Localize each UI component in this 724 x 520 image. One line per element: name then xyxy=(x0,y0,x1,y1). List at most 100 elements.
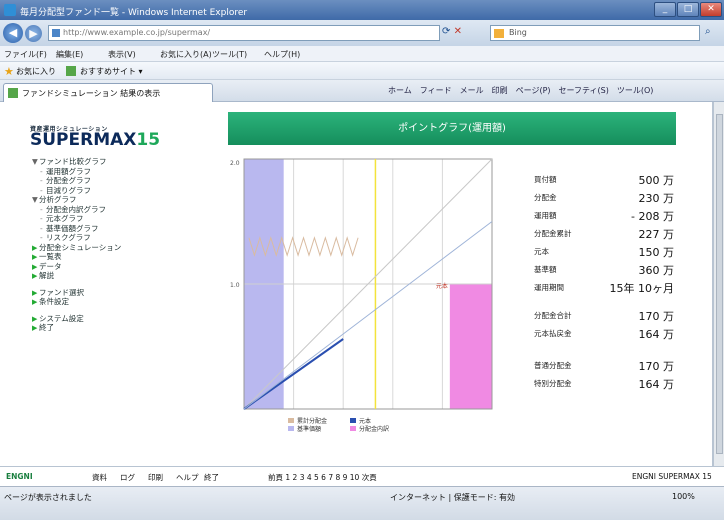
command-1[interactable]: フィード xyxy=(420,86,452,95)
sidebar-menu: ▼ファンド比較グラフ - 運用額グラフ - 分配金グラフ - 目減りグラフ ▼分析グラフ - 分配… xyxy=(30,156,220,332)
ie-logo-icon xyxy=(4,4,16,16)
page-icon xyxy=(52,29,60,37)
favorites-star-icon[interactable]: ★ xyxy=(4,65,14,78)
sidebar-item[interactable]: ▶ システム設定 xyxy=(30,313,220,323)
sidebar-item[interactable]: ▶ 条件設定 xyxy=(30,296,220,306)
menu-item-0[interactable]: ファイル(F) xyxy=(4,49,47,60)
command-6[interactable]: ツール(O) xyxy=(617,86,654,95)
address-input[interactable]: http://www.example.co.jp/supermax/ xyxy=(48,25,440,41)
sidebar-item[interactable]: ▶ ファンド選択 xyxy=(30,287,220,297)
scrollbar-thumb[interactable] xyxy=(716,114,723,454)
sidebar: 資産運用シミュレーション SUPERMAX15 ▼ファンド比較グラフ - 運用額グラ… xyxy=(0,102,228,466)
command-0[interactable]: ホーム xyxy=(388,86,412,95)
stat-label: 分配金 xyxy=(534,193,557,202)
sidebar-item[interactable]: ▶ 分配金シミュレーション xyxy=(30,242,220,252)
stat-row: 基準額 360 万 xyxy=(534,262,684,277)
vertical-scrollbar[interactable] xyxy=(713,102,724,466)
suggested-sites-link[interactable]: おすすめサイト ▾ xyxy=(80,66,143,77)
main-panel: ポイントグラフ(運用額) 1.0 2.0 元本 累計分配金 元本 基準価額 分配金内訳 買付… xyxy=(228,102,713,466)
back-button[interactable]: ◀ xyxy=(3,23,23,43)
sidebar-item[interactable]: ▶ 解説 xyxy=(30,270,220,280)
sidebar-item[interactable]: - 元本グラフ xyxy=(30,213,220,223)
maximize-button[interactable]: □ xyxy=(677,2,699,17)
chart-area: 1.0 2.0 元本 累計分配金 元本 基準価額 分配金内訳 xyxy=(228,147,522,437)
footer-link[interactable]: 印刷 xyxy=(148,472,163,483)
footer-link[interactable]: ログ xyxy=(120,472,135,483)
menu-item-2[interactable]: 表示(V) xyxy=(108,49,136,60)
command-5[interactable]: セーフティ(S) xyxy=(559,86,609,95)
app-footer: ENGNI 資料 ログ 印刷 ヘルプ 終了 前頁 1 2 3 4 5 6 7 8 9 10 … xyxy=(0,466,724,486)
menu-item-1[interactable]: 編集(E) xyxy=(56,49,83,60)
sidebar-item[interactable]: - 基準価額グラフ xyxy=(30,223,220,233)
sidebar-item[interactable]: - 分配金グラフ xyxy=(30,175,220,185)
arrow-right-icon: ▶ xyxy=(32,272,38,280)
address-url: http://www.example.co.jp/supermax/ xyxy=(63,28,211,37)
sidebar-item-label: ファンド比較グラフ xyxy=(39,157,107,166)
sidebar-item[interactable]: ▼分析グラフ xyxy=(30,194,220,204)
y-tick-label: 1.0 xyxy=(230,282,240,289)
sidebar-item[interactable]: ▶ 終了 xyxy=(30,322,220,332)
logo-number: 15 xyxy=(136,130,161,150)
stat-value: 227 万 xyxy=(638,228,675,241)
stat-row: 買付額 500 万 xyxy=(534,172,684,187)
stat-row: 分配金合計 170 万 xyxy=(534,308,684,323)
command-3[interactable]: 印刷 xyxy=(492,86,508,95)
minimize-button[interactable]: _ xyxy=(654,2,676,17)
menu-gap xyxy=(30,306,220,313)
sidebar-item-label: 一覧表 xyxy=(39,252,62,261)
status-text: ページが表示されました xyxy=(4,493,92,502)
pager[interactable]: 前頁 1 2 3 4 5 6 7 8 9 10 次頁 xyxy=(268,472,377,483)
menu-gap xyxy=(30,280,220,287)
stat-label: 分配金合計 xyxy=(534,311,572,320)
stat-value: - 208 万 xyxy=(631,210,674,223)
stat-label: 基準額 xyxy=(534,265,557,274)
command-2[interactable]: メール xyxy=(460,86,484,95)
logo-main: SUPERMAX xyxy=(30,130,137,150)
command-bar: ホーム フィード メール 印刷 ページ(P) セーフティ(S) ツール(O) xyxy=(388,85,661,96)
stop-icon[interactable]: ✕ xyxy=(454,26,462,37)
sidebar-item[interactable]: - 運用額グラフ xyxy=(30,166,220,176)
search-icon[interactable]: ⌕ xyxy=(705,26,711,37)
sidebar-item-label: リスクグラフ xyxy=(46,233,91,242)
close-button[interactable]: ✕ xyxy=(700,2,722,17)
favorites-button[interactable]: お気に入り xyxy=(16,66,56,77)
footer-link[interactable]: 終了 xyxy=(204,472,219,483)
sidebar-item-label: 解説 xyxy=(39,271,54,280)
window-title: 毎月分配型ファンド一覧 - Windows Internet Explorer xyxy=(20,8,248,18)
legend-swatch xyxy=(288,418,294,423)
refresh-icon[interactable]: ⟳ xyxy=(442,26,450,37)
menu-item-3[interactable]: お気に入り(A) xyxy=(160,49,212,60)
stat-row: 元本払戻金 164 万 xyxy=(534,326,684,341)
menu-item-4[interactable]: ツール(T) xyxy=(212,49,247,60)
suggested-sites-icon xyxy=(66,66,76,76)
stat-label: 運用期間 xyxy=(534,283,564,292)
menu-bar: ファイル(F) 編集(E) 表示(V) お気に入り(A) ツール(T) ヘルプ(H) xyxy=(0,46,724,62)
stat-row: 分配金累計 227 万 xyxy=(534,226,684,241)
command-4[interactable]: ページ(P) xyxy=(516,86,551,95)
sidebar-item[interactable]: ▼ファンド比較グラフ xyxy=(30,156,220,166)
stat-row: 分配金 230 万 xyxy=(534,190,684,205)
sidebar-item-label: 元本グラフ xyxy=(46,214,84,223)
sidebar-item[interactable]: - 分配金内訳グラフ xyxy=(30,204,220,214)
stat-row: 運用期間 15年 10ヶ月 xyxy=(534,280,684,295)
stat-label: 特別分配金 xyxy=(534,379,572,388)
search-input[interactable]: Bing xyxy=(490,25,700,41)
tab-favicon-icon xyxy=(8,88,18,98)
window-title-bar: 毎月分配型ファンド一覧 - Windows Internet Explorer … xyxy=(0,0,724,20)
sidebar-item[interactable]: ▶ データ xyxy=(30,261,220,271)
footer-link[interactable]: ヘルプ xyxy=(176,472,199,483)
menu-item-5[interactable]: ヘルプ(H) xyxy=(264,49,300,60)
legend-swatch xyxy=(350,426,356,431)
sidebar-item[interactable]: - 目減りグラフ xyxy=(30,185,220,195)
zoom-level[interactable]: 100% xyxy=(672,492,695,501)
footer-link[interactable]: 資料 xyxy=(92,472,107,483)
legend-label: 基準価額 xyxy=(297,425,321,433)
footer-brand: ENGNI xyxy=(6,472,33,481)
chart-annotation: 元本 xyxy=(436,282,448,290)
address-bar-row: ◀ ▶ http://www.example.co.jp/supermax/ ⟳… xyxy=(0,20,724,46)
tab-active[interactable]: ファンドシミュレーション 結果の表示 xyxy=(3,83,213,102)
sidebar-item[interactable]: ▶ 一覧表 xyxy=(30,251,220,261)
sidebar-item[interactable]: - リスクグラフ xyxy=(30,232,220,242)
panel-title: ポイントグラフ(運用額) xyxy=(228,112,676,145)
forward-button[interactable]: ▶ xyxy=(25,25,42,42)
